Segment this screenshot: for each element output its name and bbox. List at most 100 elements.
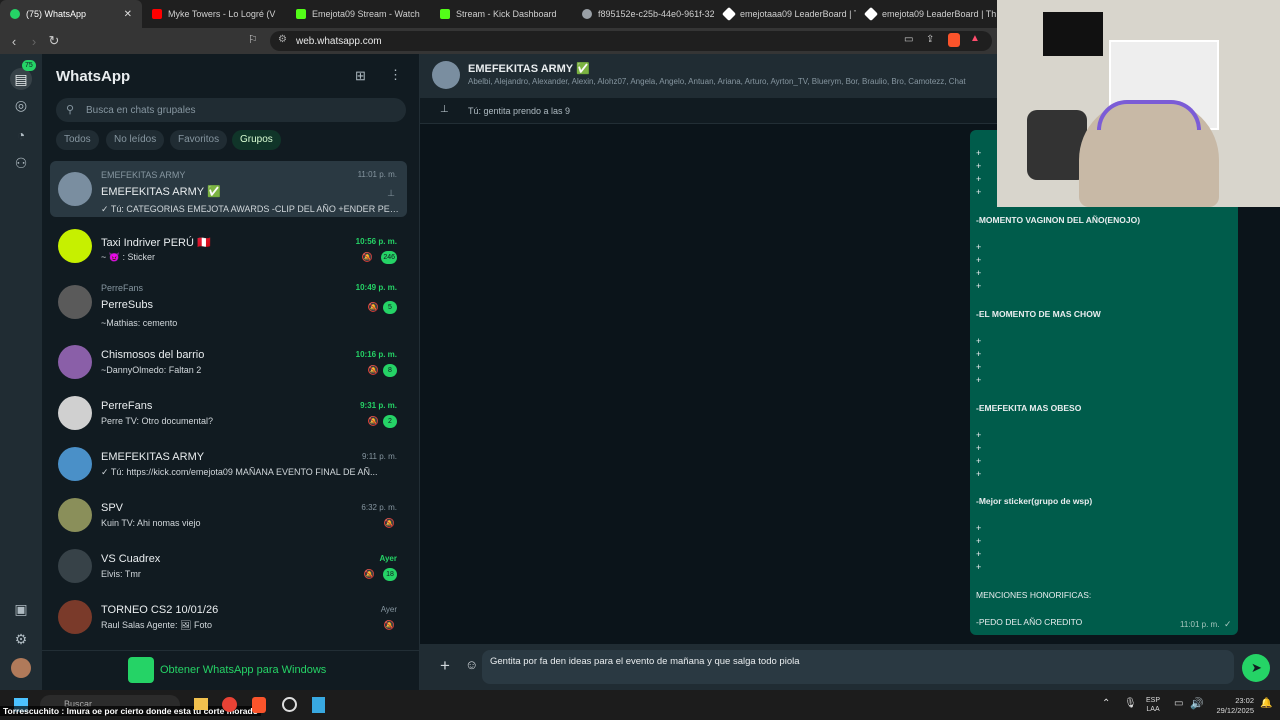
avatar (58, 229, 92, 263)
url-field[interactable]: ⚙ web.whatsapp.com ▭ ⇪ ▲ (270, 31, 992, 51)
unread-badge: 8 (383, 364, 397, 377)
chat-row[interactable]: EMEFEKITAS ARMY EMEFEKITAS ARMY ✅ ✓ Tú: … (50, 161, 407, 217)
chat-name: Taxi Indriver PERÚ 🇵🇪 (101, 237, 211, 249)
volume-icon[interactable]: 🔊 (1190, 697, 1204, 710)
share-icon[interactable]: ⇪ (926, 34, 934, 45)
search-input[interactable]: ⚲ Busca en chats grupales (56, 98, 406, 122)
tray-chevron-icon[interactable]: ⌃ (1102, 698, 1110, 709)
chat-row[interactable]: SPV Kuin TV: Ahi nomas viejo 6:32 p. m. … (50, 487, 407, 543)
filter-no-leidos[interactable]: No leídos (106, 130, 165, 150)
message-input[interactable]: Gentita por fa den ideas para el evento … (482, 650, 1234, 684)
unread-badge: 18 (383, 568, 397, 581)
chat-name: VS Cuadrex (101, 553, 161, 565)
bookmark-icon[interactable]: ⚐ (248, 33, 258, 46)
whatsapp-icon (10, 9, 20, 19)
chat-name: TORNEO CS2 10/01/26 (101, 604, 219, 616)
chrome-icon[interactable] (222, 697, 237, 712)
muted-icon: 🔕 (383, 620, 395, 630)
chat-name: EMEFEKITAS ARMY ✅ (101, 186, 221, 198)
folder-icon[interactable] (194, 698, 208, 710)
sent-check-icon: ✓ (1224, 619, 1232, 629)
send-button[interactable]: ➤ (1242, 654, 1270, 682)
get-windows-banner[interactable]: Obtener WhatsApp para Windows (42, 650, 420, 690)
chat-preview: ~Mathias: cemento (101, 318, 178, 328)
chat-row[interactable]: PerreFans PerreSubs ~Mathias: cemento 10… (50, 274, 407, 330)
emoji-icon[interactable]: ☺ (465, 657, 478, 672)
browser-tab[interactable]: Myke Towers - Lo Logré (V (142, 0, 286, 28)
chat-preview: Raul Salas Agente: 🖼 Foto (101, 620, 212, 630)
network-icon[interactable]: ▭ (1174, 698, 1183, 709)
filter-grupos[interactable]: Grupos (232, 130, 281, 150)
filter-todos[interactable]: Todos (56, 130, 99, 150)
language-indicator[interactable]: ESP LAA (1146, 696, 1160, 714)
profile-avatar[interactable] (11, 658, 31, 678)
channels-icon[interactable]: ◔ (12, 126, 30, 144)
notification-bell-icon[interactable]: 🔔 (1260, 698, 1272, 709)
pinned-text: Tú: gentita prendo a las 9 (468, 106, 571, 116)
conversation-title: EMEFEKITAS ARMY ✅ (468, 63, 590, 75)
avatar (58, 172, 92, 206)
send-icon: ➤ (1251, 660, 1262, 675)
message-line: -Mejor sticker(grupo de wsp) (976, 496, 1093, 506)
browser-tab[interactable]: Emejota09 Stream - Watch (286, 0, 430, 28)
chat-row[interactable]: PerreFans Perre TV: Otro documental? 9:3… (50, 385, 407, 441)
clock[interactable]: 23:02 29/12/2025 (1210, 696, 1254, 716)
status-icon[interactable]: ◎ (12, 96, 30, 114)
nav-rail: ▤ 75 ◎ ◔ ⚇ ▣ ⚙ (0, 54, 42, 690)
obs-icon[interactable] (282, 697, 297, 712)
message-line: MENCIONES HONORIFICAS: (976, 590, 1092, 600)
browser-tab[interactable]: (75) WhatsApp ✕ (0, 0, 142, 28)
chat-name: SPV (101, 502, 124, 514)
chats-icon[interactable]: ▤ (10, 68, 32, 90)
headphones (1097, 100, 1201, 130)
chat-name: PerreSubs (101, 299, 153, 311)
browser-tab[interactable]: emejota09 LeaderBoard | The (856, 0, 996, 28)
chat-preview: Elvis: Tmr (101, 569, 141, 579)
chat-row[interactable]: VS Cuadrex Elvis: Tmr Ayer 🔕 18 (50, 538, 407, 594)
muted-icon: 🔕 (367, 302, 379, 312)
site-info-icon[interactable]: ⚙ (278, 34, 287, 45)
avatar (58, 285, 92, 319)
avatar[interactable] (432, 61, 460, 89)
forward-icon[interactable]: › (24, 34, 44, 49)
browser-tab[interactable]: f895152e-c25b-44e0-961f-322 (572, 0, 714, 28)
avatar (58, 600, 92, 634)
mic-icon[interactable]: 🎙 (1124, 698, 1137, 709)
diamond-icon (863, 6, 879, 22)
chat-row[interactable]: Chismosos del barrio ~DannyOlmedo: Falta… (50, 334, 407, 390)
browser-tab[interactable]: Stream - Kick Dashboard (430, 0, 572, 28)
back-icon[interactable]: ‹ (4, 34, 24, 49)
new-chat-icon[interactable]: ⊞ (355, 68, 366, 84)
brave-shield-icon[interactable] (948, 33, 960, 47)
browser-tab[interactable]: emejotaaa09 LeaderBoard | Th (714, 0, 856, 28)
message-composer: + ☺ Gentita por fa den ideas para el eve… (420, 644, 1280, 690)
avatar (58, 345, 92, 379)
reload-icon[interactable]: ↻ (44, 33, 64, 49)
kick-icon (296, 9, 306, 19)
chat-time: 10:49 p. m. (355, 283, 397, 292)
pin-icon: ⊥ (440, 104, 449, 115)
filter-favoritos[interactable]: Favoritos (170, 130, 228, 150)
chat-time: 10:16 p. m. (355, 350, 397, 359)
install-icon[interactable]: ▭ (904, 34, 913, 45)
avatar (58, 498, 92, 532)
chat-time: Ayer (379, 554, 398, 563)
app-title: WhatsApp (56, 68, 131, 85)
settings-icon[interactable]: ⚙ (12, 630, 30, 648)
chat-row[interactable]: Taxi Indriver PERÚ 🇵🇪 ~ 😈 : Sticker 10:5… (50, 218, 407, 274)
chat-row[interactable]: EMEFEKITAS ARMY ✓ Tú: https://kick.com/e… (50, 436, 407, 492)
menu-icon[interactable]: ⋮ (389, 67, 402, 83)
media-icon[interactable]: ▣ (12, 600, 30, 618)
close-icon[interactable]: ✕ (124, 9, 132, 20)
unread-badge: 2 (383, 415, 397, 428)
message-time: 11:01 p. m. (1180, 620, 1220, 629)
attach-plus-icon[interactable]: + (440, 656, 450, 676)
pin-icon: ⊥ (387, 188, 395, 198)
muted-icon: 🔕 (367, 416, 379, 426)
communities-icon[interactable]: ⚇ (12, 154, 30, 172)
rewards-icon[interactable]: ▲ (970, 33, 980, 44)
chat-row[interactable]: TORNEO CS2 10/01/26 Raul Salas Agente: 🖼… (50, 589, 407, 645)
windows-taskbar: Buscar Torrescuchito : lmura oe por cier… (0, 690, 1280, 720)
brave-icon[interactable] (252, 697, 266, 713)
notepad-icon[interactable] (312, 697, 325, 713)
